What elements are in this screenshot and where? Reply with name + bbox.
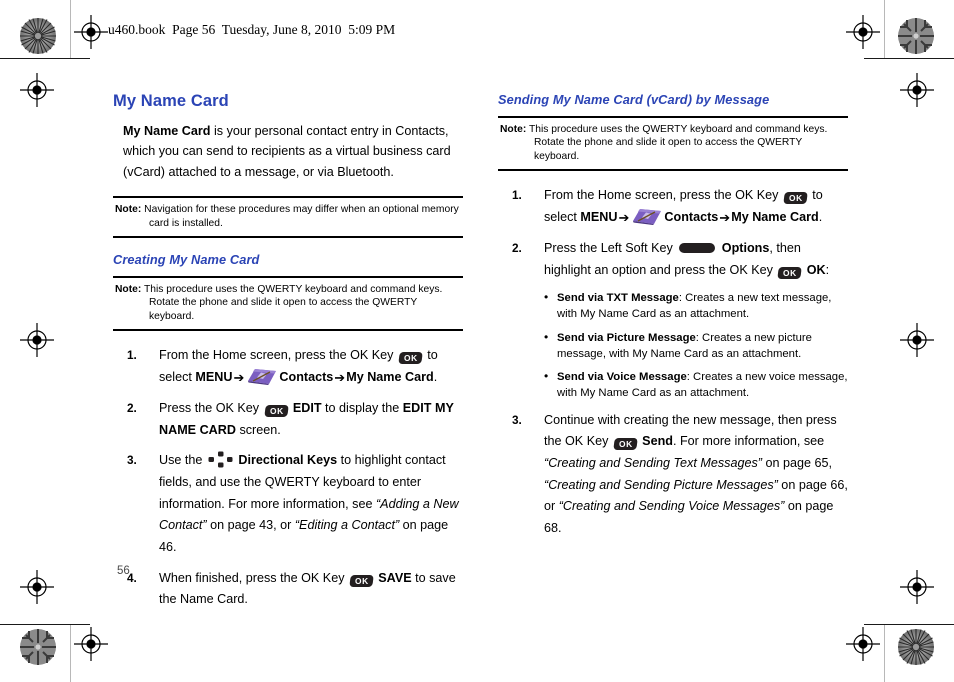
list-item: Send via TXT Message: Creates a new text… — [544, 289, 848, 322]
note-body: This procedure uses the QWERTY keyboard … — [141, 283, 443, 322]
contacts-label: Contacts — [279, 369, 334, 384]
step-item: 1. From the Home screen, press the OK Key… — [498, 185, 848, 229]
step-text-end: . — [433, 369, 438, 384]
cross-ref-picture-messages: “Creating and Sending Picture Messages” — [544, 477, 778, 492]
note-body: This procedure uses the QWERTY keyboard … — [526, 124, 828, 162]
my-name-card-label: My Name Card — [346, 369, 434, 384]
ok-key-label: OK — [783, 267, 798, 278]
section-title-sending: Sending My Name Card (vCard) by Message — [498, 92, 770, 107]
note-label: Note: — [115, 283, 142, 295]
option-label: Send via TXT Message — [557, 292, 679, 305]
note-box-qwerty-left: Note: This procedure uses the QWERTY key… — [113, 275, 463, 332]
directional-keys-icon — [208, 451, 233, 468]
step-text-a: Use the — [159, 453, 206, 468]
cross-ref-editing-contact: “Editing a Contact” — [294, 518, 400, 533]
directional-keys-label: Directional Keys — [234, 453, 338, 468]
page-number: 56 — [117, 565, 130, 577]
option-label: Send via Voice Message — [557, 370, 687, 383]
print-file-header: u460.book Page 56 Tuesday, June 8, 2010 … — [108, 22, 396, 37]
step-number: 2. — [127, 401, 137, 416]
send-label: Send — [638, 434, 673, 449]
arrow-right-icon: ➔ — [233, 369, 245, 385]
note-label: Note: — [115, 204, 142, 216]
list-item: Send via Voice Message: Creates a new vo… — [544, 368, 848, 401]
contacts-icon — [247, 368, 277, 385]
step-text-a: From the Home screen, press the OK Key — [544, 188, 782, 203]
cross-ref-voice-messages: “Creating and Sending Voice Messages” — [558, 499, 785, 514]
menu-label: MENU — [195, 369, 233, 384]
step-text-a: When finished, press the OK Key — [159, 570, 348, 585]
ok-key-icon: OK — [613, 438, 638, 451]
note-text: Note: This procedure uses the QWERTY key… — [500, 123, 846, 163]
note-text: Note: Navigation for these procedures ma… — [115, 203, 461, 230]
note-body: Navigation for these procedures may diff… — [141, 204, 459, 229]
edit-label: EDIT — [289, 401, 322, 416]
ok-key-label: OK — [355, 575, 369, 586]
ok-key-label: OK — [788, 193, 803, 204]
step-number: 1. — [127, 348, 137, 363]
step-text-b: . For more information, see — [672, 434, 825, 449]
ok-label: OK — [803, 262, 826, 277]
manual-page: u460.book Page 56 Tuesday, June 8, 2010 … — [0, 0, 954, 682]
ok-key-label: OK — [403, 353, 418, 364]
ok-key-icon: OK — [777, 266, 802, 280]
step-item: 3. Use the Directional Keys to highlight … — [113, 450, 463, 558]
cross-ref-text-messages: “Creating and Sending Text Messages” — [544, 455, 762, 470]
step-text-c: : — [825, 262, 830, 277]
step-item: 2. Press the Left Soft Key Options, then … — [498, 238, 848, 401]
my-name-card-label: My Name Card — [731, 209, 819, 224]
contacts-label: Contacts — [664, 209, 719, 224]
step-number: 3. — [127, 453, 137, 468]
save-label: SAVE — [374, 570, 412, 585]
list-item: Send via Picture Message: Creates a new … — [544, 329, 848, 362]
send-options-list: Send via TXT Message: Creates a new text… — [544, 289, 848, 401]
note-text: Note: This procedure uses the QWERTY key… — [115, 283, 461, 323]
step-item: 3. Continue with creating the new message… — [498, 410, 848, 540]
arrow-right-icon-2: ➔ — [719, 209, 731, 225]
step-item: 1. From the Home screen, press the OK Key… — [113, 345, 463, 389]
left-soft-key-icon — [679, 243, 716, 254]
intro-bold-lead: My Name Card — [123, 124, 211, 138]
step-text-b: to display the — [321, 401, 403, 416]
steps-list-creating: 1. From the Home screen, press the OK Key… — [113, 345, 463, 611]
contacts-icon — [632, 208, 662, 225]
ok-key-icon: OK — [783, 192, 808, 205]
note-box-qwerty-right: Note: This procedure uses the QWERTY key… — [498, 116, 848, 172]
section-title-creating: Creating My Name Card — [113, 251, 260, 267]
arrow-right-icon: ➔ — [618, 209, 630, 225]
ok-key-label: OK — [269, 406, 284, 417]
step-text-a: Press the Left Soft Key — [544, 241, 677, 256]
step-text-a: From the Home screen, press the OK Key — [159, 348, 397, 363]
options-label: Options — [718, 241, 770, 256]
left-column: My Name Card My Name Card is your person… — [113, 92, 463, 620]
intro-paragraph: My Name Card is your personal contact en… — [123, 121, 463, 182]
step-text-a: Press the OK Key — [159, 401, 263, 416]
right-column: Sending My Name Card (vCard) by Message … — [498, 92, 848, 549]
ok-key-icon: OK — [349, 574, 374, 588]
arrow-right-icon-2: ➔ — [334, 369, 346, 385]
step-number: 2. — [512, 241, 522, 256]
page-title: My Name Card — [113, 92, 229, 110]
step-text-end: . — [818, 209, 823, 224]
step-text-c: screen. — [235, 422, 281, 437]
note-label: Note: — [500, 124, 527, 135]
note-box-memory-card: Note: Navigation for these procedures ma… — [113, 196, 463, 238]
ok-key-icon: OK — [263, 405, 289, 418]
step-item: 2. Press the OK Key OK EDIT to display th… — [113, 398, 463, 441]
step-number: 3. — [512, 412, 522, 427]
steps-list-sending: 1. From the Home screen, press the OK Key… — [498, 185, 848, 539]
menu-label: MENU — [580, 209, 618, 224]
step-number: 1. — [512, 188, 522, 203]
step-item: 4. When finished, press the OK Key OK SAV… — [113, 568, 463, 611]
step-text-c: on page 43, or — [206, 518, 295, 533]
ok-key-label: OK — [618, 439, 633, 450]
step-text-c: on page 65, — [761, 455, 832, 470]
ok-key-icon: OK — [398, 352, 423, 365]
option-label: Send via Picture Message — [557, 331, 696, 344]
